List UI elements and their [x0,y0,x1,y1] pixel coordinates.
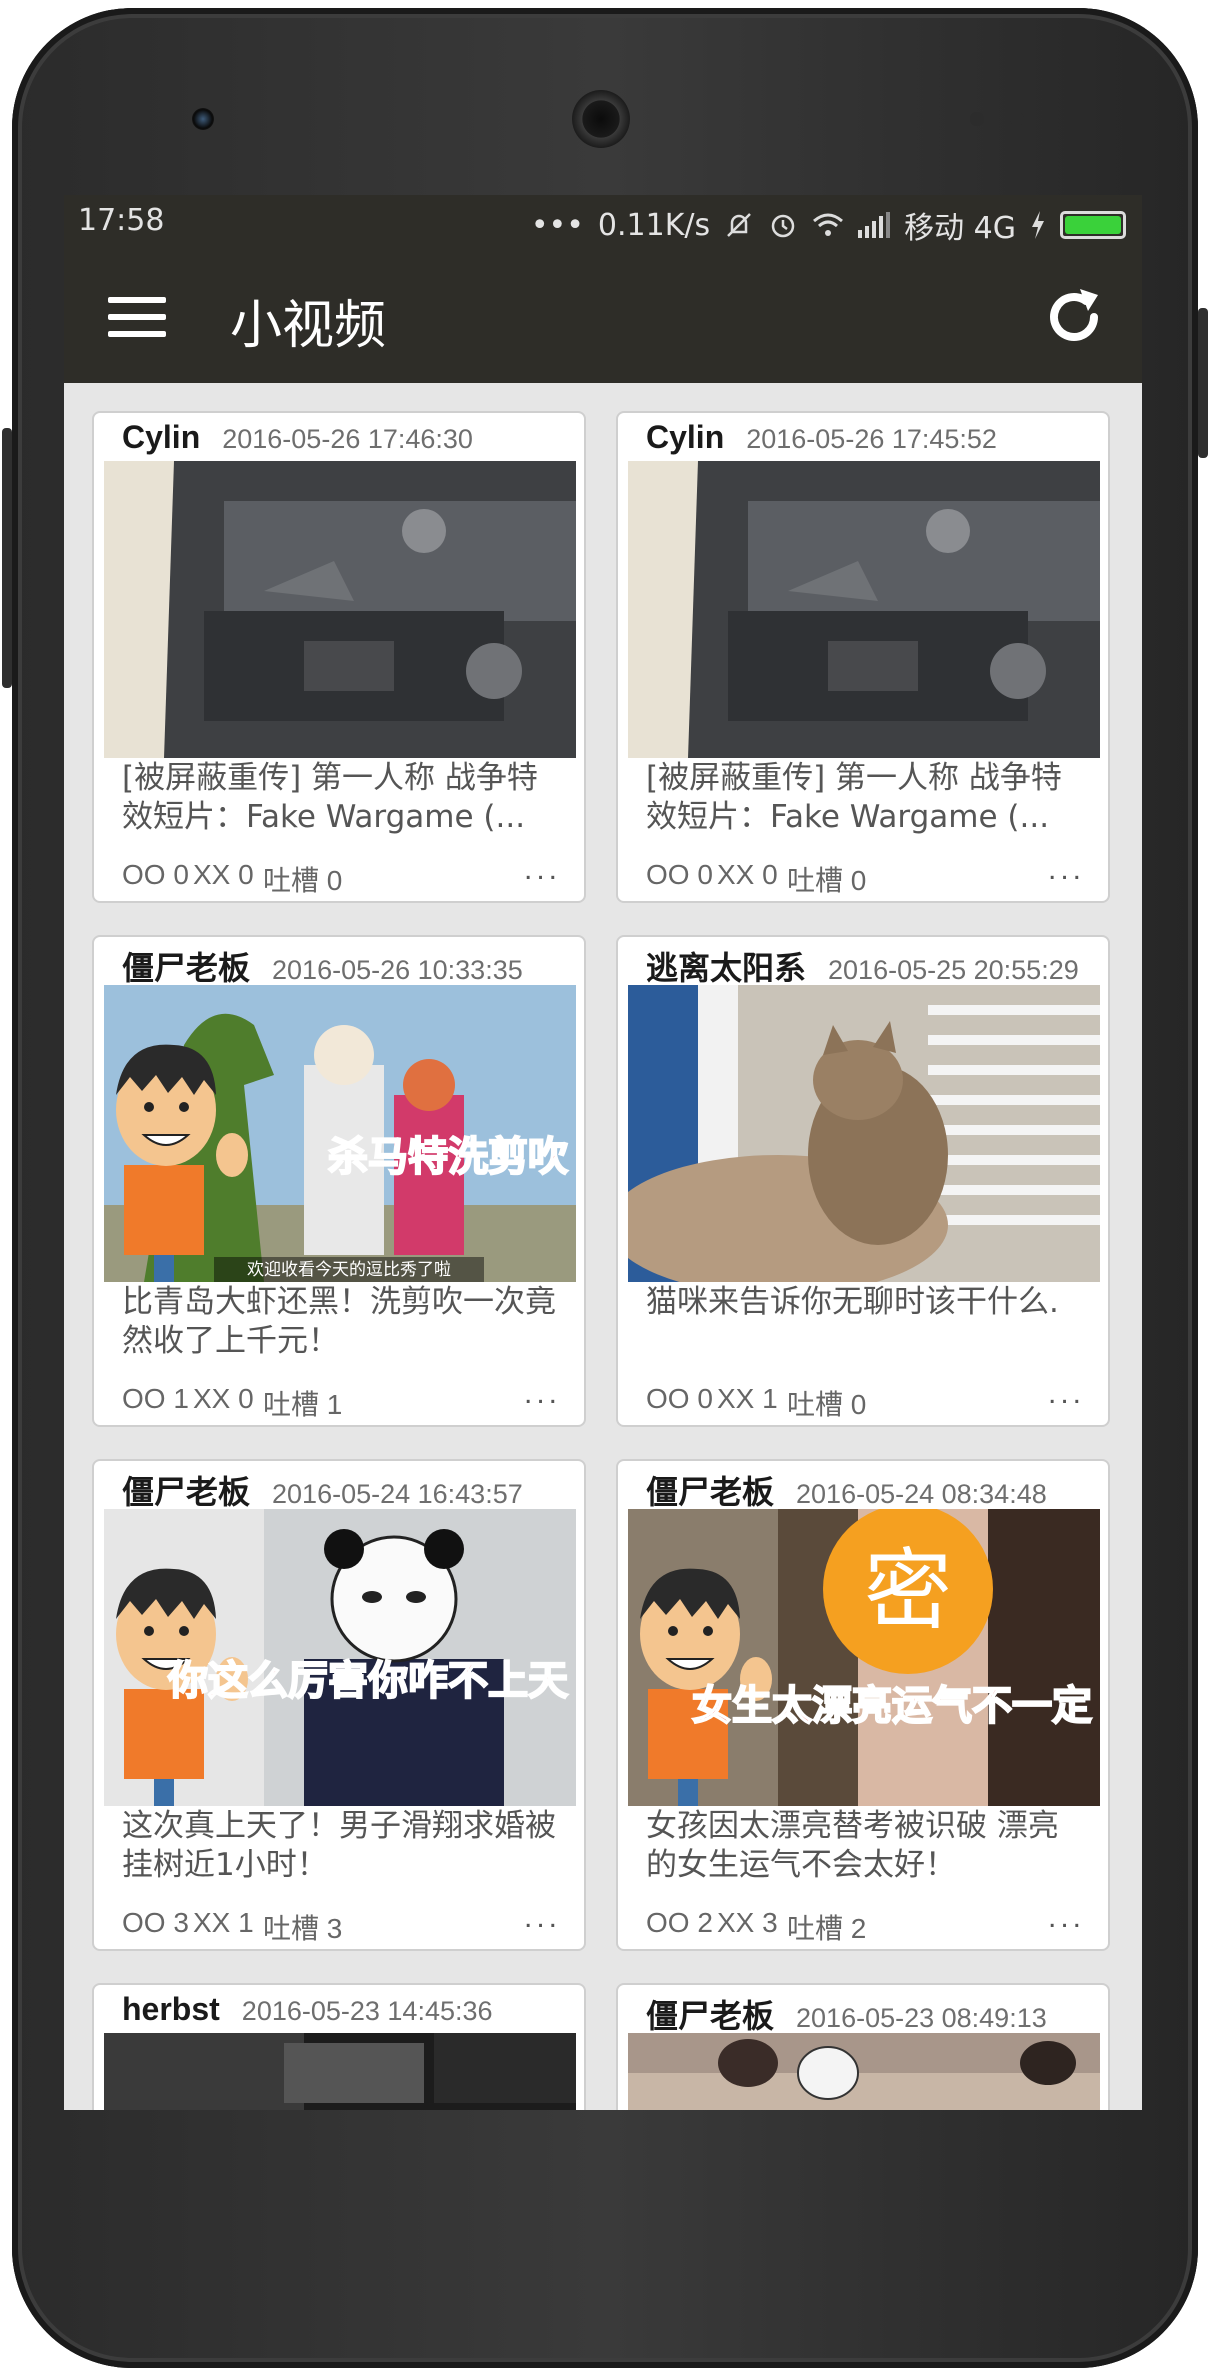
proximity-sensor [970,112,984,126]
oo-vote-button[interactable]: OO 0 [122,859,189,891]
svg-text:女生太漂亮运气不一定: 女生太漂亮运气不一定 [692,1683,1092,1729]
refresh-icon[interactable] [1040,283,1108,351]
video-card[interactable]: 僵尸老板 2016-05-24 08:34:48 密 女生太漂亮运气不一定 女孩… [616,1459,1110,1951]
comment-button[interactable]: 吐槽 0 [787,1383,866,1423]
status-carrier: 移动 4G [904,211,1016,246]
comment-button[interactable]: 吐槽 1 [263,1383,342,1423]
mute-icon [727,213,752,237]
charging-icon [1032,211,1044,239]
card-header: 僵尸老板 2016-05-23 08:49:13 [646,1991,1047,2035]
more-button[interactable]: ... [524,1901,561,1935]
card-header: 僵尸老板 2016-05-24 16:43:57 [122,1467,523,1511]
video-card[interactable]: Cylin 2016-05-26 17:45:52 [被屏蔽重传] 第一人称 战争… [616,411,1110,903]
author-name[interactable]: Cylin [122,419,200,456]
video-title[interactable]: 比青岛大虾还黑！洗剪吹一次竟然收了上千元！ [122,1283,562,1361]
front-camera [192,108,214,130]
status-dots: ••• [530,207,584,243]
oo-vote-button[interactable]: OO 2 [646,1907,713,1939]
post-date: 2016-05-24 08:34:48 [796,1479,1047,1509]
xx-vote-button[interactable]: XX 0 [193,1383,254,1415]
power-button [1198,308,1208,458]
video-thumbnail[interactable]: 密 女生太漂亮运气不一定 [628,1509,1100,1806]
xx-vote-button[interactable]: XX 3 [717,1907,778,1939]
video-card[interactable]: 僵尸老板 2016-05-24 16:43:57 你这么厉害你咋不上天 这次真上… [92,1459,586,1951]
svg-text:欢迎收看今天的逗比秀了啦: 欢迎收看今天的逗比秀了啦 [247,1260,451,1280]
earpiece-speaker [572,90,630,148]
card-header: Cylin 2016-05-26 17:45:52 [646,419,997,463]
video-title[interactable]: [被屏蔽重传] 第一人称 战争特效短片：Fake Wargame (... [646,759,1086,837]
comment-button[interactable]: 吐槽 0 [263,859,342,899]
svg-text:杀马特洗剪吹: 杀马特洗剪吹 [328,1134,568,1180]
alarm-icon [771,214,795,238]
author-name[interactable]: 僵尸老板 [646,1991,774,2037]
video-thumbnail[interactable] [628,2033,1100,2110]
xx-vote-button[interactable]: XX 1 [193,1907,254,1939]
author-name[interactable]: 僵尸老板 [122,1467,250,1513]
svg-text:你这么厉害你咋不上天: 你这么厉害你咋不上天 [167,1658,568,1704]
app-bar: 小视频 [64,247,1142,383]
card-header: 僵尸老板 2016-05-24 08:34:48 [646,1467,1047,1511]
wifi-icon [813,213,844,236]
post-date: 2016-05-26 10:33:35 [272,955,523,985]
post-date: 2016-05-23 14:45:36 [241,1996,493,2026]
oo-vote-button[interactable]: OO 1 [122,1383,189,1415]
author-name[interactable]: herbst [122,1991,220,2028]
video-card[interactable]: 僵尸老板 2016-05-23 08:49:13 [616,1983,1110,2110]
xx-vote-button[interactable]: XX 0 [717,859,778,891]
volume-button [2,428,12,688]
video-card[interactable]: Cylin 2016-05-26 17:46:30 [被屏蔽重传] 第一人称 战争… [92,411,586,903]
comment-button[interactable]: 吐槽 3 [263,1907,342,1947]
more-button[interactable]: ... [1048,853,1085,887]
comment-button[interactable]: 吐槽 0 [787,859,866,899]
video-title[interactable]: 这次真上天了！男子滑翔求婚被挂树近1小时！ [122,1807,562,1885]
video-title[interactable]: 女孩因太漂亮替考被识破 漂亮的女生运气不会太好！ [646,1807,1086,1885]
post-date: 2016-05-26 17:46:30 [222,424,473,454]
video-thumbnail[interactable] [628,985,1100,1282]
post-date: 2016-05-25 20:55:29 [828,955,1079,985]
xx-vote-button[interactable]: XX 1 [717,1383,778,1415]
screen: 17:58 ••• 0.11K/s 移动 4G 小视频 Cylin 2016-05… [64,195,1142,2110]
comment-button[interactable]: 吐槽 2 [787,1907,866,1947]
menu-icon[interactable] [108,297,166,337]
video-thumbnail[interactable]: 你这么厉害你咋不上天 [104,1509,576,1806]
video-title[interactable]: [被屏蔽重传] 第一人称 战争特效短片：Fake Wargame (... [122,759,562,837]
post-date: 2016-05-23 08:49:13 [796,2003,1047,2033]
more-button[interactable]: ... [524,853,561,887]
card-header: 僵尸老板 2016-05-26 10:33:35 [122,943,523,987]
more-button[interactable]: ... [1048,1901,1085,1935]
oo-vote-button[interactable]: OO 3 [122,1907,189,1939]
author-name[interactable]: 僵尸老板 [646,1467,774,1513]
status-bar: 17:58 ••• 0.11K/s 移动 4G [64,195,1142,247]
oo-vote-button[interactable]: OO 0 [646,859,713,891]
video-thumbnail[interactable] [104,461,576,758]
svg-text:密: 密 [864,1539,952,1642]
video-card[interactable]: 逃离太阳系 2016-05-25 20:55:29 猫咪来告诉你无聊时该干什么.… [616,935,1110,1427]
oo-vote-button[interactable]: OO 0 [646,1383,713,1415]
video-thumbnail[interactable] [104,2033,576,2110]
more-button[interactable]: ... [1048,1377,1085,1411]
page-title: 小视频 [230,296,387,356]
card-header: Cylin 2016-05-26 17:46:30 [122,419,473,463]
author-name[interactable]: Cylin [646,419,724,456]
card-header: herbst 2016-05-23 14:45:36 [122,1991,493,2035]
light-sensor [1010,112,1024,126]
card-header: 逃离太阳系 2016-05-25 20:55:29 [646,943,1079,987]
signal-icon [858,212,891,238]
status-speed: 0.11K/s [597,207,711,243]
status-time: 17:58 [78,203,165,238]
battery-icon [1060,211,1126,239]
post-date: 2016-05-26 17:45:52 [746,424,997,454]
video-title[interactable]: 猫咪来告诉你无聊时该干什么. [646,1283,1086,1322]
video-thumbnail[interactable] [628,461,1100,758]
author-name[interactable]: 僵尸老板 [122,943,250,989]
post-date: 2016-05-24 16:43:57 [272,1479,523,1509]
xx-vote-button[interactable]: XX 0 [193,859,254,891]
more-button[interactable]: ... [524,1377,561,1411]
video-card[interactable]: herbst 2016-05-23 14:45:36 [92,1983,586,2110]
video-thumbnail[interactable]: 欢迎收看今天的逗比秀了啦 杀马特洗剪吹 [104,985,576,1282]
video-card[interactable]: 僵尸老板 2016-05-26 10:33:35 欢迎收看今天的逗比秀了啦 杀马… [92,935,586,1427]
author-name[interactable]: 逃离太阳系 [646,943,806,989]
